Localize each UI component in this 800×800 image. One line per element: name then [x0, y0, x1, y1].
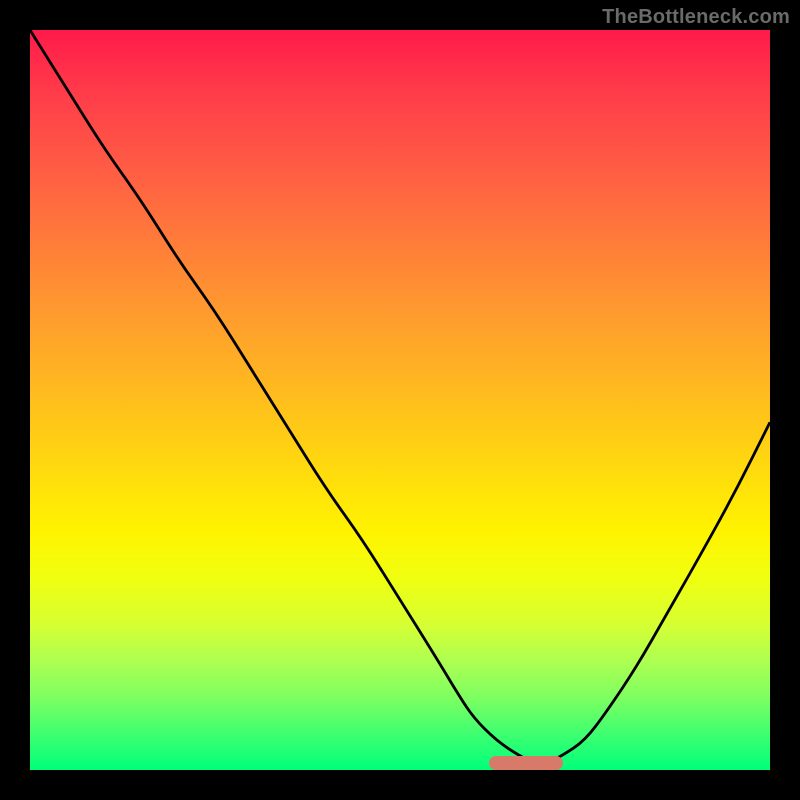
- watermark-text: TheBottleneck.com: [602, 6, 790, 29]
- optimal-zone-marker: [489, 756, 563, 770]
- chart-container: TheBottleneck.com: [0, 0, 800, 800]
- plot-area: [30, 30, 770, 770]
- bottleneck-curve: [30, 30, 770, 770]
